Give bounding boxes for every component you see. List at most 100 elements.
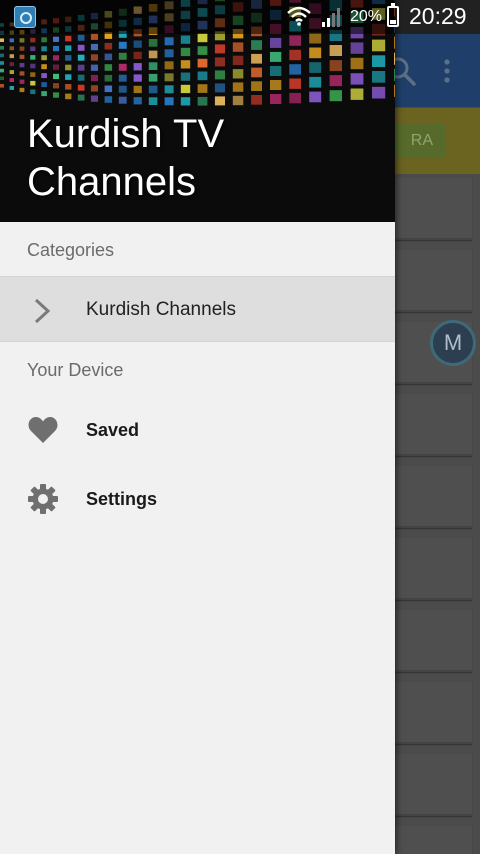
drawer-item-saved[interactable]: Saved [0, 396, 395, 465]
drawer-item-label: Saved [86, 420, 140, 440]
tv-screen-tile [394, 52, 395, 65]
tv-screen-tile [394, 84, 395, 97]
tv-screen-tile [309, 32, 322, 44]
tv-screen-tile [309, 47, 322, 59]
tv-screen-tile [41, 91, 47, 97]
tv-screen-tile [180, 60, 191, 69]
tv-screen-tile [270, 94, 282, 104]
tv-screen-tile [0, 84, 4, 88]
tv-screen-tile [9, 78, 14, 82]
tv-screen-tile [0, 46, 4, 50]
tv-screen-tile [289, 49, 301, 61]
tv-screen-tile [41, 46, 47, 52]
drawer-item-settings[interactable]: Settings [0, 465, 395, 534]
tv-screen-tile [350, 42, 364, 54]
signal-icon [322, 8, 340, 27]
tv-screen-tile [148, 50, 158, 59]
tv-screen-tile [90, 95, 98, 102]
tv-screen-tile [9, 86, 14, 90]
tv-screen-tile [232, 55, 244, 66]
tv-screen-tile [9, 70, 14, 74]
tv-screen-tile [214, 57, 225, 67]
tv-screen-tile [289, 78, 301, 89]
tv-screen-tile [19, 54, 25, 59]
tv-screen-tile [133, 74, 142, 82]
navigation-drawer: Kurdish TV Channels Categories Kurdish C… [0, 0, 395, 854]
drawer-item-label: Settings [86, 489, 158, 509]
tv-screen-tile [251, 81, 262, 91]
tv-screen-tile [104, 42, 113, 50]
tv-screen-tile [180, 97, 191, 106]
tv-screen-tile [90, 43, 98, 51]
tv-screen-tile [133, 51, 142, 60]
tv-screen-tile [148, 62, 158, 70]
tv-screen-tile [77, 94, 85, 101]
tv-screen-tile [164, 61, 174, 70]
tv-screen-tile [104, 64, 113, 71]
chevron-right-icon [34, 298, 51, 324]
tv-screen-tile [53, 73, 59, 80]
tv-screen-tile [65, 55, 72, 61]
tv-screen-tile [65, 93, 72, 100]
tv-screen-tile [394, 36, 395, 49]
drawer-item-label: Kurdish Channels [86, 299, 236, 320]
tv-screen-tile [232, 42, 244, 52]
tv-screen-tile [289, 64, 301, 75]
drawer-item-kurdish-channels[interactable]: Kurdish Channels [0, 276, 395, 342]
tv-screen-tile [251, 67, 262, 78]
tv-screen-tile [41, 73, 47, 79]
tv-screen-tile [270, 37, 282, 48]
tv-screen-tile [309, 91, 322, 103]
tv-screen-tile [197, 71, 208, 81]
tv-screen-tile [77, 34, 85, 41]
tv-screen-tile [372, 55, 386, 67]
tv-screen-tile [30, 63, 36, 69]
tv-screen-tile [65, 45, 72, 51]
tv-screen-tile [118, 85, 127, 93]
tv-screen-tile [53, 64, 59, 70]
tv-screen-tile [104, 53, 113, 61]
tv-screen-tile [133, 97, 142, 105]
tv-screen-tile [372, 39, 386, 52]
tv-screen-tile [19, 38, 25, 43]
tv-screen-tile [148, 39, 158, 47]
tv-screen-tile [197, 46, 208, 55]
tv-screen-tile [65, 84, 72, 90]
tv-screen-tile [41, 37, 47, 43]
tv-screen-tile [19, 63, 25, 68]
tv-screen-tile [41, 82, 47, 88]
tv-screen-tile [9, 38, 14, 43]
tv-screen-tile [270, 51, 282, 62]
tv-screen-tile [65, 35, 72, 42]
tv-screen-tile [118, 96, 127, 104]
section-header-your-device: Your Device [27, 360, 124, 380]
tv-screen-tile [329, 60, 342, 72]
tv-screen-tile [19, 87, 25, 93]
tv-screen-tile [41, 64, 47, 70]
tv-screen-tile [350, 57, 364, 70]
tv-screen-tile [372, 86, 386, 99]
tv-screen-tile [180, 47, 191, 57]
tv-screen-tile [53, 92, 59, 98]
screen: RA M 20% 20:29 Kurdish TV Channels Categ… [0, 0, 480, 854]
tv-screen-tile [30, 89, 36, 95]
section-header-categories: Categories [27, 240, 115, 260]
tv-screen-tile [164, 73, 174, 82]
tv-screen-tile [394, 68, 395, 81]
more-options-icon[interactable] [440, 58, 454, 84]
tv-screen-tile [148, 73, 158, 82]
tv-screen-tile [148, 85, 158, 94]
tv-screen-tile [9, 54, 14, 59]
tv-screen-tile [65, 74, 72, 80]
tv-screen-tile [350, 73, 364, 85]
tv-screen-tile [309, 76, 322, 88]
tv-screen-tile [148, 97, 158, 105]
tv-screen-tile [0, 38, 4, 42]
tv-screen-tile [77, 54, 85, 61]
tv-screen-tile [133, 85, 142, 94]
floating-m-button[interactable]: M [430, 320, 476, 366]
tv-screen-tile [164, 37, 174, 46]
tv-screen-tile [289, 35, 301, 46]
wifi-icon [287, 6, 311, 26]
tv-screen-tile [19, 79, 25, 84]
